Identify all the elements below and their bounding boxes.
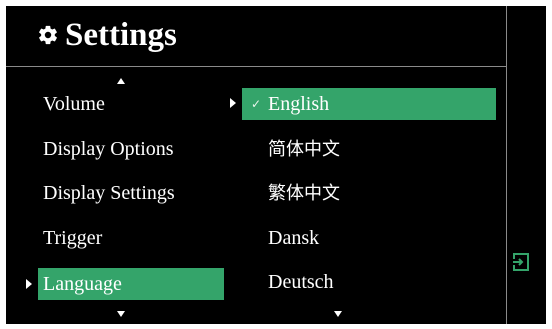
submenu-pointer-icon <box>230 98 236 108</box>
settings-panel: Settings Volume Display Options Display … <box>6 6 546 324</box>
language-option-dansk[interactable]: Dansk <box>242 222 496 254</box>
language-option-traditional-chinese[interactable]: 繁体中文 <box>242 177 496 209</box>
language-option-english[interactable]: ✓ English <box>242 88 496 120</box>
menu-item-display-settings[interactable]: Display Settings <box>38 177 224 209</box>
menu-item-label: Display Options <box>43 138 174 160</box>
title-text: Settings <box>65 17 177 53</box>
menu-item-volume[interactable]: Volume <box>38 88 224 120</box>
language-option-label: English <box>268 93 330 115</box>
submenu-scroll-down-icon[interactable] <box>334 311 342 317</box>
check-icon: ✓ <box>251 97 262 111</box>
menu-item-label: Volume <box>43 93 105 115</box>
scroll-up-icon[interactable] <box>117 78 125 84</box>
page-title: Settings <box>37 14 177 56</box>
menu-item-label: Display Settings <box>43 182 175 204</box>
language-option-label: 简体中文 <box>268 139 340 160</box>
language-option-label: Deutsch <box>268 271 334 293</box>
language-option-simplified-chinese[interactable]: 简体中文 <box>242 133 496 165</box>
language-option-label: Dansk <box>268 227 320 249</box>
exit-icon[interactable] <box>511 252 531 272</box>
menu-item-label: Language <box>43 273 122 295</box>
scroll-down-icon[interactable] <box>117 311 125 317</box>
language-option-label: 繁体中文 <box>268 183 340 204</box>
language-option-deutsch[interactable]: Deutsch <box>242 266 496 298</box>
menu-item-language[interactable]: Language <box>38 268 224 300</box>
selection-pointer-icon <box>26 279 32 289</box>
menu-item-trigger[interactable]: Trigger <box>38 222 224 254</box>
menu-item-display-options[interactable]: Display Options <box>38 133 224 165</box>
vertical-divider <box>506 6 507 324</box>
gear-icon <box>39 25 57 45</box>
header: Settings <box>6 6 506 67</box>
menu-item-label: Trigger <box>43 227 103 249</box>
